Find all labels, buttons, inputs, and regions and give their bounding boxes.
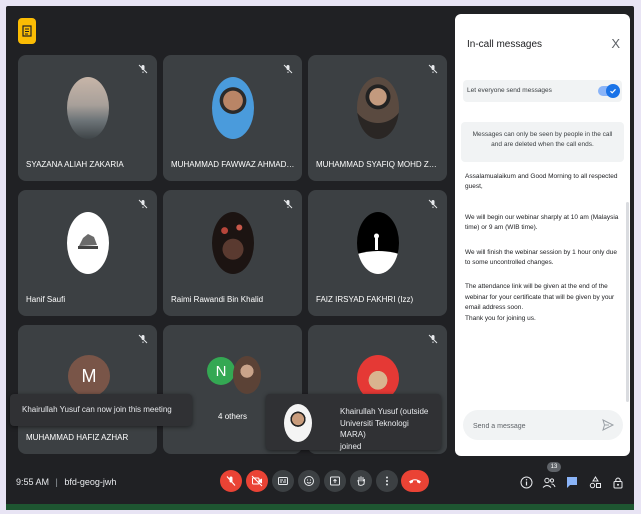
participant-avatar bbox=[356, 212, 399, 274]
control-bar: 9:55 AM | bfd-geog-jwh 13 bbox=[6, 462, 634, 506]
participant-tile[interactable]: Raimi Rawandi Bin Khalid bbox=[163, 190, 302, 316]
joined-suffix: joined bbox=[340, 441, 362, 451]
participant-name: MUHAMMAD FAWWAZ AHMAD SAL... bbox=[171, 160, 296, 169]
joined-name: Khairullah Yusuf (outside Universiti Tek… bbox=[340, 407, 429, 440]
present-button[interactable] bbox=[324, 470, 346, 492]
phone-hangup-icon bbox=[409, 479, 421, 484]
present-icon bbox=[330, 476, 340, 486]
message-list: Assalamualaikum and Good Morning to all … bbox=[465, 172, 623, 324]
more-options-button[interactable] bbox=[376, 470, 398, 492]
meeting-time: 9:55 AM bbox=[16, 477, 50, 487]
activities-icon bbox=[589, 475, 601, 488]
participant-name: Hanif Saufi bbox=[26, 295, 66, 304]
captions-icon bbox=[278, 477, 288, 485]
participant-name: MUHAMMAD HAFIZ AZHAR bbox=[26, 433, 129, 442]
camera-off-icon bbox=[251, 475, 263, 487]
joined-notification: Khairullah Yusuf (outside Universiti Tek… bbox=[266, 394, 441, 451]
people-button[interactable] bbox=[541, 474, 557, 490]
mic-off-icon bbox=[283, 199, 293, 209]
mic-toggle-button[interactable] bbox=[220, 470, 242, 492]
mic-off-icon bbox=[226, 476, 236, 486]
chat-panel: In-call messages X Let everyone send mes… bbox=[455, 14, 630, 456]
participant-name: SYAZANA ALIAH ZAKARIA bbox=[26, 160, 124, 169]
raise-hand-button[interactable] bbox=[350, 470, 372, 492]
participant-avatar bbox=[211, 77, 254, 139]
toggle-knob bbox=[606, 84, 620, 98]
mic-off-icon bbox=[428, 64, 438, 74]
emoji-icon bbox=[304, 476, 314, 486]
participant-tile[interactable]: MUHAMMAD SYAFIQ MOHD ZAHID bbox=[308, 55, 447, 181]
camera-toggle-button[interactable] bbox=[246, 470, 268, 492]
mic-off-icon bbox=[138, 199, 148, 209]
panel-scrollbar[interactable] bbox=[626, 202, 629, 402]
meet-window: SYAZANA ALIAH ZAKARIA MUHAMMAD FAWWAZ AH… bbox=[6, 6, 634, 506]
join-notification: Khairullah Yusuf can now join this meeti… bbox=[10, 394, 192, 426]
meeting-info: 9:55 AM | bfd-geog-jwh bbox=[16, 477, 116, 487]
meeting-code: bfd-geog-jwh bbox=[64, 477, 117, 487]
mic-off-icon bbox=[283, 64, 293, 74]
mic-off-icon bbox=[428, 334, 438, 344]
more-vert-icon bbox=[386, 476, 388, 486]
participant-initial: M bbox=[68, 355, 110, 397]
chat-message: We will begin our webinar sharply at 10 … bbox=[465, 213, 619, 232]
silhouette-icon bbox=[356, 233, 399, 274]
send-icon[interactable] bbox=[601, 418, 615, 432]
participant-name: Raimi Rawandi Bin Khalid bbox=[171, 295, 264, 304]
participant-name: FAIZ IRSYAD FAKHRI (Izz) bbox=[316, 295, 414, 304]
chat-message: Assalamualaikum and Good Morning to all … bbox=[465, 173, 618, 191]
chat-icon bbox=[567, 476, 577, 488]
toggle-label: Let everyone send messages bbox=[467, 87, 552, 94]
participant-avatar bbox=[211, 212, 254, 274]
participant-avatar bbox=[233, 356, 261, 394]
document-icon bbox=[22, 25, 32, 37]
joined-avatar bbox=[284, 404, 312, 442]
chat-message: The attendance link will be given at the… bbox=[465, 283, 615, 312]
desktop-edge bbox=[6, 504, 634, 510]
emoji-button[interactable] bbox=[298, 470, 320, 492]
participant-initial: N bbox=[207, 357, 235, 385]
chat-message: Thank you for joining us. bbox=[465, 314, 536, 322]
hand-icon bbox=[357, 476, 365, 486]
participant-avatar bbox=[66, 77, 109, 139]
mic-off-icon bbox=[138, 64, 148, 74]
meeting-details-button[interactable] bbox=[518, 474, 534, 490]
info-icon bbox=[520, 476, 532, 488]
panel-title: In-call messages bbox=[467, 39, 543, 50]
people-icon bbox=[542, 477, 556, 488]
privacy-notice: Messages can only be seen by people in t… bbox=[461, 122, 624, 162]
participant-tile[interactable]: M MUHAMMAD HAFIZ AZHAR bbox=[18, 325, 157, 454]
captions-button[interactable] bbox=[272, 470, 294, 492]
chat-message: We will finish the webinar session by 1 … bbox=[465, 248, 617, 266]
join-notification-text: Khairullah Yusuf can now join this meeti… bbox=[22, 405, 172, 414]
meeting-separator: | bbox=[55, 477, 58, 487]
check-icon bbox=[610, 88, 616, 94]
message-input[interactable] bbox=[471, 418, 595, 434]
send-permission-row: Let everyone send messages bbox=[463, 80, 622, 102]
participant-tile[interactable]: SYAZANA ALIAH ZAKARIA bbox=[18, 55, 157, 181]
everyone-send-toggle[interactable] bbox=[598, 84, 620, 98]
participant-tile[interactable]: FAIZ IRSYAD FAKHRI (Izz) bbox=[308, 190, 447, 316]
message-compose bbox=[463, 410, 623, 440]
participant-tile[interactable]: Hanif Saufi bbox=[18, 190, 157, 316]
host-controls-button[interactable] bbox=[610, 474, 626, 490]
participant-tile[interactable]: MUHAMMAD FAWWAZ AHMAD SAL... bbox=[163, 55, 302, 181]
leave-call-button[interactable] bbox=[401, 470, 429, 492]
chat-button[interactable] bbox=[564, 474, 580, 490]
people-count-badge: 13 bbox=[547, 462, 561, 472]
lock-person-icon bbox=[613, 477, 623, 488]
participant-avatar bbox=[66, 212, 109, 274]
meet-logo bbox=[18, 18, 36, 44]
mic-off-icon bbox=[138, 334, 148, 344]
logo-icon bbox=[77, 234, 98, 249]
participant-avatar bbox=[356, 77, 399, 139]
activities-button[interactable] bbox=[587, 474, 603, 490]
mic-off-icon bbox=[428, 199, 438, 209]
participant-name: MUHAMMAD SYAFIQ MOHD ZAHID bbox=[316, 160, 441, 169]
close-panel-button[interactable]: X bbox=[611, 36, 620, 51]
